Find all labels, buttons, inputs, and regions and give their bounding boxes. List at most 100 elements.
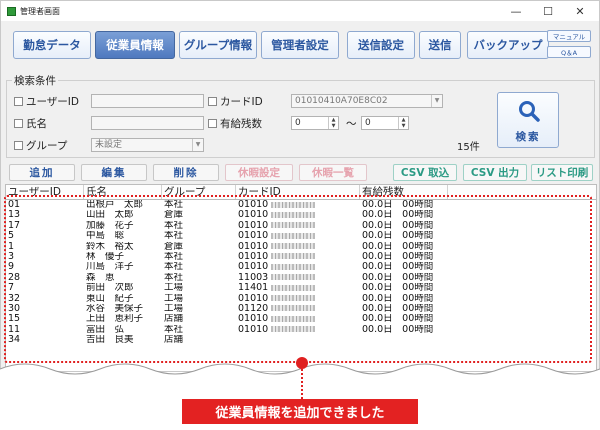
group-info-button[interactable]: グループ情報	[179, 31, 257, 59]
table-row[interactable]: 34 吉田 良美 店舗	[6, 335, 596, 345]
maximize-icon[interactable]: ☐	[533, 1, 563, 21]
table-row[interactable]: 28 森 恵 本社 11003 00.0日 00時間	[6, 273, 596, 283]
cell-group: 店舗	[164, 335, 234, 345]
cell-card: 01010	[238, 221, 358, 231]
cell-card: 01010	[238, 262, 358, 272]
cell-name: 川島 洋子	[86, 262, 162, 272]
table-row[interactable]: 32 東山 紀子 工場 01010 00.0日 00時間	[6, 294, 596, 304]
table-row[interactable]: 1 鈴木 裕太 倉庫 01010 00.0日 00時間	[6, 242, 596, 252]
spin-arrows-icon[interactable]: ▲ ▼	[328, 117, 338, 129]
cell-group-text: 本社	[164, 220, 184, 231]
cell-group-text: 工場	[164, 303, 184, 314]
table-row[interactable]: 01 出根戸 太郎 本社 01010 00.0日 00時間	[6, 200, 596, 210]
redacted-card-digits	[271, 243, 316, 250]
minimize-icon[interactable]: —	[501, 1, 531, 21]
admin-window: 管理者画面 — ☐ ✕ 勤怠データ 従業員情報 グループ情報 管理者設定 送信設…	[0, 0, 600, 372]
add-button[interactable]: 追加	[9, 164, 75, 181]
cell-id-text: 01	[8, 200, 21, 210]
redacted-card-digits	[271, 274, 316, 281]
group-select[interactable]: 未設定 ▼	[91, 138, 204, 152]
table-row[interactable]: 15 上田 恵利子 店舗 01010 00.0日 00時間	[6, 314, 596, 324]
redacted-card-digits	[271, 232, 316, 239]
print-list-button[interactable]: リスト印刷	[531, 164, 593, 181]
cell-leave-text: 00.0日 00時間	[362, 324, 434, 335]
cell-name: 山田 太郎	[86, 210, 162, 220]
cell-card: 11003	[238, 273, 358, 283]
cell-card: 01010	[238, 242, 358, 252]
cell-leave: 00.0日 00時間	[362, 262, 472, 272]
send-button[interactable]: 送信	[419, 31, 461, 59]
leave-list-button[interactable]: 休暇一覧	[299, 164, 367, 181]
redacted-card-digits	[271, 295, 316, 302]
table-row[interactable]: 9 川島 洋子 本社 01010 00.0日 00時間	[6, 262, 596, 272]
cell-card: 01010	[238, 252, 358, 262]
group-checkbox[interactable]: グループ	[14, 138, 67, 153]
header-card-id[interactable]: カードID	[236, 185, 360, 199]
table-row[interactable]: 30 水谷 美保子 工場 01120 00.0日 00時間	[6, 304, 596, 314]
card-id-checkbox[interactable]: カードID	[208, 94, 263, 109]
backup-button[interactable]: バックアップ	[467, 31, 549, 59]
table-row[interactable]: 17 加藤 花子 本社 01010 00.0日 00時間	[6, 221, 596, 231]
table-row[interactable]: 3 林 優子 本社 01010 00.0日 00時間	[6, 252, 596, 262]
user-id-input[interactable]	[91, 94, 204, 108]
employee-info-button[interactable]: 従業員情報	[95, 31, 175, 59]
cell-card-text: 01010	[238, 293, 269, 304]
name-checkbox[interactable]: 氏名	[14, 116, 47, 131]
paid-leave-from-value: 0	[295, 118, 301, 128]
leave-settings-button[interactable]: 休暇設定	[225, 164, 293, 181]
csv-export-button[interactable]: CSV 出力	[463, 164, 527, 181]
admin-settings-button[interactable]: 管理者設定	[261, 31, 339, 59]
qa-button[interactable]: Q＆A	[547, 46, 591, 58]
header-paid-leave[interactable]: 有給残数	[360, 185, 448, 199]
cell-name-text: 上田 恵利子	[86, 314, 144, 325]
redacted-card-digits	[271, 305, 316, 312]
table-row[interactable]: 7 前田 次郎 工場 11401 00.0日 00時間	[6, 283, 596, 293]
cell-id-text: 30	[8, 303, 21, 314]
cell-card-text: 01120	[238, 303, 269, 314]
header-group[interactable]: グループ	[162, 185, 236, 199]
user-id-checkbox[interactable]: ユーザーID	[14, 94, 79, 109]
user-id-label: ユーザーID	[26, 96, 79, 108]
cell-name-text: 川島 洋子	[86, 262, 134, 273]
window-title: 管理者画面	[20, 6, 60, 16]
search-button[interactable]: 検索	[497, 92, 559, 148]
send-settings-button[interactable]: 送信設定	[347, 31, 415, 59]
employee-table[interactable]: ユーザーID 氏名 グループ カードID 有給残数 01 出根戸 太郎 本社 0101…	[5, 184, 597, 371]
header-name[interactable]: 氏名	[84, 185, 162, 199]
table-body: 01 出根戸 太郎 本社 01010 00.0日 00時間 13 山田 太郎 倉庫 01010 0…	[6, 200, 596, 345]
manual-button[interactable]: マニュアル	[547, 30, 591, 42]
paid-leave-from-stepper[interactable]: 0 ▲ ▼	[291, 116, 339, 130]
cell-card: 01120	[238, 304, 358, 314]
cell-id-text: 3	[8, 251, 15, 262]
card-id-select[interactable]: 01010410A70E8C02 ▼	[291, 94, 443, 108]
chevron-down-icon: ▼	[431, 95, 442, 107]
callout-pointer-dot	[296, 357, 308, 369]
edit-button[interactable]: 編集	[81, 164, 147, 181]
checkbox-icon	[14, 96, 23, 106]
cell-group-text: 本社	[164, 231, 184, 242]
attendance-data-button[interactable]: 勤怠データ	[13, 31, 91, 59]
delete-button[interactable]: 削除	[153, 164, 219, 181]
cell-id: 7	[8, 283, 82, 293]
cell-name: 前田 次郎	[86, 283, 162, 293]
card-id-value: 01010410A70E8C02	[295, 96, 388, 106]
name-input[interactable]	[91, 116, 204, 130]
cell-name-text: 鈴木 裕太	[86, 241, 134, 252]
close-icon[interactable]: ✕	[565, 1, 595, 21]
cell-group: 店舗	[164, 314, 234, 324]
cell-card-text: 01010	[238, 220, 269, 231]
paid-leave-checkbox[interactable]: 有給残数	[208, 116, 262, 131]
redacted-card-digits	[271, 201, 316, 208]
csv-import-button[interactable]: CSV 取込	[393, 164, 457, 181]
cell-name-text: 前田 次郎	[86, 283, 134, 294]
paid-leave-to-stepper[interactable]: 0 ▲ ▼	[361, 116, 409, 130]
cell-group: 本社	[164, 262, 234, 272]
cell-name-text: 加藤 花子	[86, 220, 134, 231]
action-bar: 追加 編集 削除 休暇設定 休暇一覧 CSV 取込 CSV 出力 リスト印刷	[9, 162, 593, 182]
spin-arrows-icon[interactable]: ▲ ▼	[398, 117, 408, 129]
table-row[interactable]: 13 山田 太郎 倉庫 01010 00.0日 00時間	[6, 210, 596, 220]
header-user-id[interactable]: ユーザーID	[6, 185, 84, 199]
table-row[interactable]: 11 富田 弘 本社 01010 00.0日 00時間	[6, 325, 596, 335]
cell-leave: 00.0日 00時間	[362, 210, 472, 220]
table-row[interactable]: 5 中島 聡 本社 01010 00.0日 00時間	[6, 231, 596, 241]
